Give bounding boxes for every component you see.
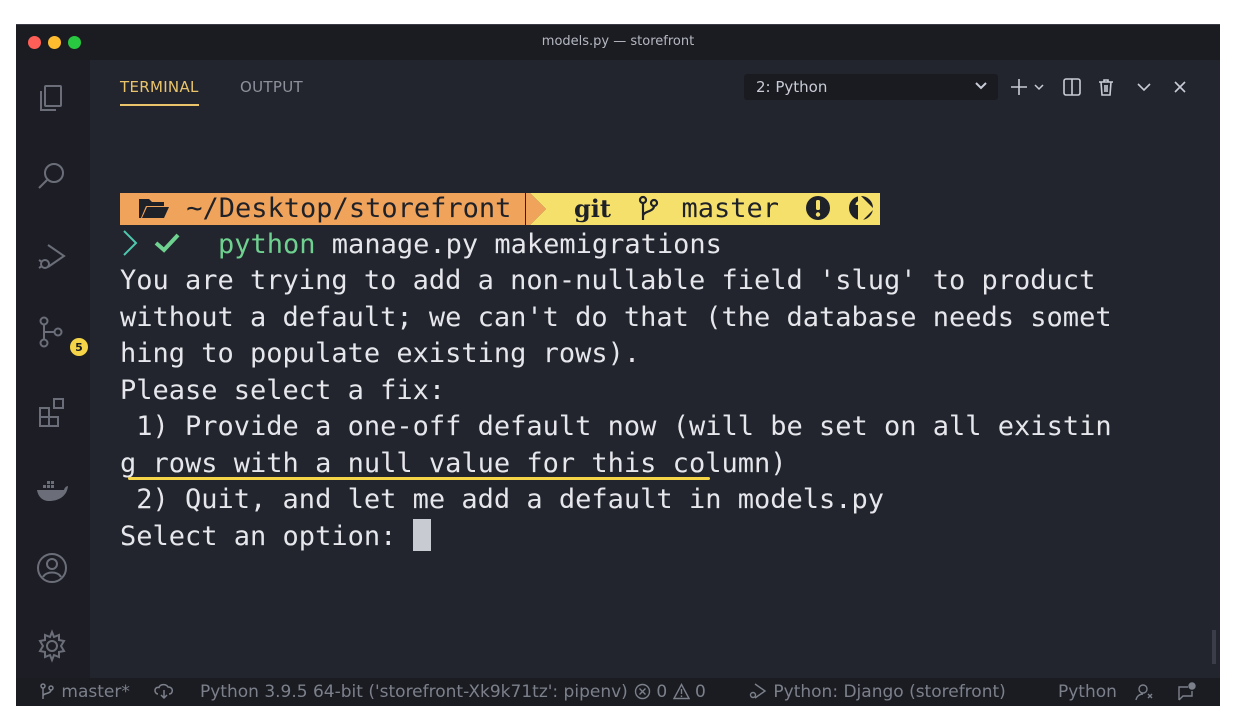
git-branch-name: master <box>681 193 780 224</box>
terminal-panel: TERMINAL OUTPUT 2: Python ~/Desktop/stor… <box>90 60 1220 678</box>
output-line: Please select a fix: <box>120 374 446 406</box>
launch-profile-chevron-icon[interactable] <box>1032 74 1046 100</box>
select-option-line: Select an option: <box>120 518 1210 556</box>
terminal-output[interactable]: ~/Desktop/storefront git master python m… <box>120 190 1210 555</box>
status-bar: master* Python 3.9.5 64-bit ('storefront… <box>16 678 1220 706</box>
status-branch[interactable]: master* <box>38 682 130 702</box>
command-args: manage.py makemigrations <box>315 228 722 260</box>
status-debug-config[interactable]: Python: Django (storefront) <box>748 682 1006 702</box>
prompt-path-segment: ~/Desktop/storefront <box>120 193 526 225</box>
sync-icon[interactable] <box>154 682 174 702</box>
option-1-rest: (will be set on all existin <box>656 411 1112 442</box>
tab-output[interactable]: OUTPUT <box>240 78 303 104</box>
git-label: git <box>574 194 611 223</box>
git-branch-icon <box>627 193 681 224</box>
select-option-prompt: Select an option: <box>120 520 413 552</box>
close-panel-icon[interactable] <box>1170 74 1190 100</box>
success-check-icon <box>142 229 218 260</box>
source-control-icon[interactable]: 5 <box>32 312 88 356</box>
terminal-instance-value: 2: Python <box>756 78 828 96</box>
docker-icon[interactable] <box>32 470 72 510</box>
settings-gear-icon[interactable] <box>32 626 72 666</box>
terminal-instance-select[interactable]: 2: Python <box>744 74 998 100</box>
status-error-count: 0 <box>656 682 668 702</box>
new-terminal-plus-icon[interactable] <box>1008 74 1030 100</box>
title-bar: models.py — storefront <box>16 24 1220 61</box>
prompt-chevron-icon <box>120 229 142 260</box>
kill-terminal-trash-icon[interactable] <box>1094 74 1118 100</box>
run-debug-icon[interactable] <box>32 236 72 276</box>
chevron-down-icon <box>974 78 988 96</box>
account-icon[interactable] <box>32 548 72 588</box>
status-warning-count: 0 <box>695 682 706 702</box>
folder-open-icon <box>138 193 186 224</box>
option-1-line: 1) Provide a one-off default now (will b… <box>120 409 1210 446</box>
status-python-interpreter[interactable]: Python 3.9.5 64-bit ('storefront-Xk9k71t… <box>200 682 628 702</box>
prompt-end-arrow <box>858 193 874 225</box>
powerline-prompt: ~/Desktop/storefront git master <box>120 193 880 225</box>
command-line: python manage.py makemigrations <box>120 227 1210 264</box>
prompt-path: ~/Desktop/storefront <box>186 193 512 224</box>
output-line: You are trying to add a non-nullable fie… <box>120 265 1096 296</box>
source-control-badge: 5 <box>70 338 88 356</box>
yellow-underline-annotation <box>128 477 710 480</box>
explorer-icon[interactable] <box>32 78 72 118</box>
prompt-git-segment: git master <box>548 193 880 225</box>
status-debug-config-name: Python: Django (storefront) <box>773 682 1006 702</box>
extensions-icon[interactable] <box>32 392 72 432</box>
git-branch-icon <box>40 683 54 699</box>
warning-triangle-icon <box>672 683 690 700</box>
terminal-scrollbar[interactable] <box>1212 630 1216 664</box>
search-icon[interactable] <box>32 156 72 196</box>
status-branch-name: master* <box>61 682 130 702</box>
maximize-panel-chevron-icon[interactable] <box>1134 74 1154 100</box>
option-2-line: 2) Quit, and let me add a default in mod… <box>120 484 885 515</box>
command-program: python <box>218 228 316 260</box>
notifications-bell-icon[interactable] <box>1176 682 1196 704</box>
live-share-icon[interactable] <box>1134 682 1154 704</box>
window-title: models.py — storefront <box>541 34 695 49</box>
prompt-line: ~/Desktop/storefront git master <box>120 190 1210 227</box>
tab-terminal[interactable]: TERMINAL <box>120 78 199 106</box>
split-terminal-icon[interactable] <box>1060 74 1084 100</box>
vscode-window: models.py — storefront 5 TERMINAL OUTPUT… <box>16 24 1220 706</box>
output-line: without a default; we can't do that (the… <box>120 301 1112 333</box>
activity-bar: 5 <box>16 60 90 678</box>
output-line: hing to populate existing rows). <box>120 338 641 369</box>
prompt-separator-arrow <box>526 193 548 225</box>
run-debug-icon <box>749 683 767 699</box>
error-circle-icon <box>634 683 651 700</box>
option-1-highlight: 1) Provide a one-off default now <box>120 411 657 442</box>
terminal-cursor <box>412 518 431 551</box>
status-language-mode[interactable]: Python <box>1058 682 1117 702</box>
status-problems[interactable]: 0 0 <box>634 682 706 702</box>
warning-exclamation-icon <box>795 193 847 224</box>
